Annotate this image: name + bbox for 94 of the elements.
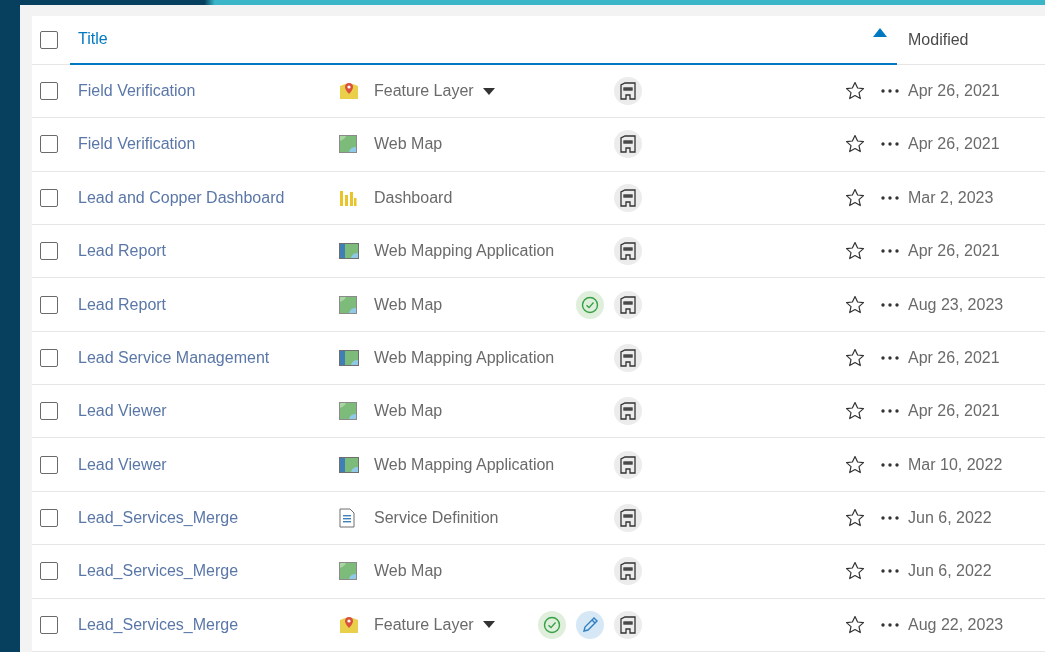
map-pin-icon — [339, 82, 359, 100]
modified-column-header[interactable]: Modified — [897, 16, 1045, 64]
modified-date: Apr 26, 2021 — [908, 135, 1001, 154]
modified-date: Apr 26, 2021 — [908, 348, 1001, 367]
modified-date: Apr 26, 2021 — [908, 402, 1001, 421]
item-type: Service Definition — [374, 509, 499, 527]
more-options-button[interactable] — [881, 89, 899, 93]
favorite-star-button[interactable] — [845, 347, 865, 368]
favorite-star-button[interactable] — [845, 134, 865, 155]
building-badge — [614, 183, 642, 212]
row-checkbox[interactable] — [40, 82, 58, 100]
building-badge — [614, 557, 642, 586]
map-icon — [339, 295, 357, 314]
item-title-link[interactable]: Lead Service Management — [78, 348, 339, 367]
building-badge — [614, 130, 642, 159]
item-type: Feature Layer — [374, 615, 474, 634]
item-title-link[interactable]: Field Verification — [78, 135, 339, 154]
building-badge — [614, 237, 642, 266]
row-checkbox[interactable] — [40, 562, 58, 581]
more-options-button[interactable] — [881, 622, 899, 627]
item-title-link[interactable]: Lead_Services_Merge — [78, 509, 339, 527]
building-badge — [614, 290, 642, 319]
building-badge — [614, 610, 642, 639]
building-badge — [614, 77, 642, 105]
item-title-link[interactable]: Lead Report — [78, 242, 339, 261]
item-type: Web Map — [374, 135, 443, 154]
item-title-link[interactable]: Lead_Services_Merge — [78, 562, 339, 581]
favorite-star-button[interactable] — [845, 454, 865, 475]
favorite-star-button[interactable] — [845, 401, 865, 422]
item-type: Web Map — [374, 295, 443, 314]
row-checkbox[interactable] — [40, 242, 58, 261]
title-column-header[interactable]: Title — [70, 16, 897, 65]
more-options-button[interactable] — [881, 409, 899, 414]
more-options-button[interactable] — [881, 249, 899, 254]
item-title-link[interactable]: Field Verification — [78, 82, 339, 100]
favorite-star-button[interactable] — [845, 294, 865, 315]
modified-date: Jun 6, 2022 — [908, 562, 993, 581]
item-type: Web Mapping Application — [374, 348, 555, 367]
row-checkbox[interactable] — [40, 188, 58, 207]
row-checkbox[interactable] — [40, 348, 58, 367]
favorite-star-button[interactable] — [845, 614, 865, 635]
more-options-button[interactable] — [881, 569, 899, 574]
app-window-icon — [339, 456, 359, 473]
select-all-checkbox[interactable] — [40, 30, 58, 49]
building-badge — [614, 504, 642, 532]
document-icon — [339, 508, 355, 528]
item-type: Web Map — [374, 402, 443, 421]
caret-icon[interactable] — [482, 87, 495, 95]
modified-date: Apr 26, 2021 — [908, 82, 1001, 100]
app-window-icon — [339, 243, 359, 260]
map-icon — [339, 135, 357, 154]
favorite-star-button[interactable] — [845, 561, 865, 582]
item-type: Feature Layer — [374, 82, 474, 100]
map-icon — [339, 562, 357, 581]
building-badge — [614, 450, 642, 479]
item-type: Web Mapping Application — [374, 242, 555, 261]
app-window-icon — [339, 349, 359, 366]
item-title-link[interactable]: Lead_Services_Merge — [78, 615, 339, 634]
map-pin-icon — [339, 615, 359, 634]
favorite-star-button[interactable] — [845, 81, 865, 101]
row-checkbox[interactable] — [40, 509, 58, 527]
row-checkbox[interactable] — [40, 455, 58, 474]
favorite-star-button[interactable] — [845, 508, 865, 528]
bar-chart-icon — [339, 188, 357, 207]
modified-date: Aug 22, 2023 — [908, 615, 1005, 634]
item-title-link[interactable]: Lead Report — [78, 295, 339, 314]
more-options-button[interactable] — [881, 516, 899, 520]
item-title-link[interactable]: Lead and Copper Dashboard — [78, 188, 339, 207]
item-title-link[interactable]: Lead Viewer — [78, 455, 339, 474]
map-icon — [339, 402, 357, 421]
modified-date: Aug 23, 2023 — [908, 295, 1005, 314]
building-badge — [614, 343, 642, 372]
more-options-button[interactable] — [881, 142, 899, 147]
row-checkbox[interactable] — [40, 135, 58, 154]
favorite-star-button[interactable] — [845, 241, 865, 262]
more-options-button[interactable] — [881, 355, 899, 360]
more-options-button[interactable] — [881, 462, 899, 467]
modified-date: Jun 6, 2022 — [908, 509, 993, 527]
item-title-link[interactable]: Lead Viewer — [78, 402, 339, 421]
item-type: Dashboard — [374, 188, 453, 207]
favorite-star-button[interactable] — [845, 187, 865, 208]
row-checkbox[interactable] — [40, 295, 58, 314]
modified-date: Apr 26, 2021 — [908, 242, 1001, 261]
caret-icon[interactable] — [482, 621, 495, 629]
more-options-button[interactable] — [881, 302, 899, 307]
modified-date: Mar 10, 2022 — [908, 455, 1004, 474]
modified-date: Mar 2, 2023 — [908, 188, 995, 207]
sort-arrow-icon — [873, 28, 887, 37]
more-options-button[interactable] — [881, 195, 899, 200]
building-badge — [614, 397, 642, 426]
item-type: Web Map — [374, 562, 443, 581]
row-checkbox[interactable] — [40, 402, 58, 421]
item-type: Web Mapping Application — [374, 455, 555, 474]
row-checkbox[interactable] — [40, 615, 58, 634]
